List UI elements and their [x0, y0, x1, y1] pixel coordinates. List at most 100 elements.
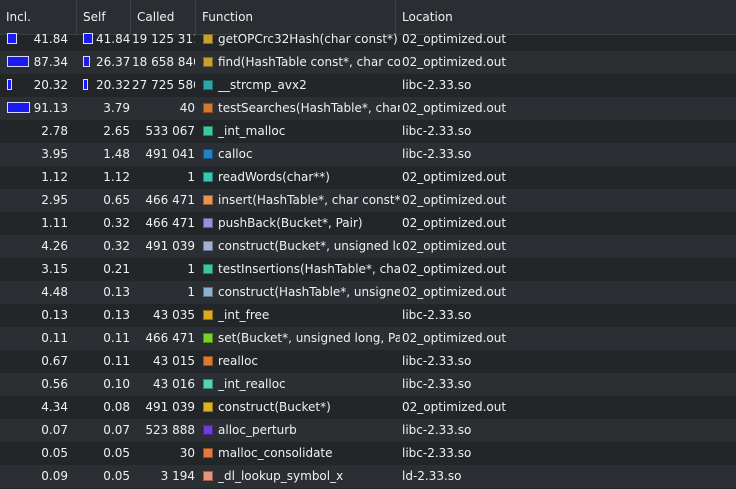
location-name: libc-2.33.so [402, 308, 472, 322]
function-name: malloc_consolidate [218, 446, 333, 460]
location-name: libc-2.33.so [402, 354, 472, 368]
function-name: pushBack(Bucket*, Pair) [218, 216, 363, 230]
location-name: libc-2.33.so [402, 446, 472, 460]
function-name: getOPCrc32Hash(char const*) [218, 32, 398, 46]
incl-value: 41.84 [33, 32, 68, 46]
function-name: _int_malloc [218, 124, 286, 138]
location-name: 02_optimized.out [402, 55, 507, 69]
function-name: calloc [218, 147, 253, 161]
incl-value: 0.11 [41, 331, 68, 345]
function-name: _int_free [218, 308, 270, 322]
incl-value: 4.26 [41, 239, 68, 253]
called-count: 3 194 [160, 469, 195, 483]
location-name: libc-2.33.so [402, 78, 472, 92]
self-value: 0.05 [103, 469, 130, 483]
table-row[interactable]: 1.11 0.32 466 471 pushBack(Bucket*, Pair) 02… [0, 212, 736, 235]
self-cost-bar [83, 56, 90, 67]
function-color-swatch-icon [203, 471, 213, 481]
incl-value: 20.32 [33, 78, 68, 92]
table-row[interactable]: 4.48 0.13 1 construct(HashTable*, unsigne..… [0, 281, 736, 304]
function-color-swatch-icon [203, 103, 213, 113]
function-name: construct(Bucket*) [218, 400, 331, 414]
table-row[interactable]: 4.26 0.32 491 039 construct(Bucket*, unsign… [0, 235, 736, 258]
called-count: 1 [187, 285, 195, 299]
table-row[interactable]: 0.07 0.07 523 888 alloc_perturb libc-2.33.so [0, 419, 736, 442]
function-name: set(Bucket*, unsigned long, Pair) [218, 331, 400, 345]
table-row[interactable]: 0.09 0.05 3 194 _dl_lookup_symbol_x ld-2.33.… [0, 465, 736, 488]
table-row[interactable]: 0.56 0.10 43 016 _int_realloc libc-2.33.so [0, 373, 736, 396]
function-name: testInsertions(HashTable*, char... [218, 262, 400, 276]
called-count: 523 888 [145, 423, 195, 437]
function-name: construct(HashTable*, unsigne... [218, 285, 400, 299]
incl-cost-bar [7, 102, 30, 113]
called-count: 19 125 311 [132, 32, 195, 46]
function-color-swatch-icon [203, 310, 213, 320]
location-name: 02_optimized.out [402, 262, 507, 276]
incl-value: 3.95 [41, 147, 68, 161]
table-row[interactable]: 87.34 26.37 18 658 840 find(HashTable const… [0, 51, 736, 74]
function-color-swatch-icon [203, 34, 213, 44]
called-count: 43 016 [153, 377, 195, 391]
function-color-swatch-icon [203, 126, 213, 136]
table-row[interactable]: 2.95 0.65 466 471 insert(HashTable*, char c… [0, 189, 736, 212]
self-value: 0.07 [103, 423, 130, 437]
function-color-swatch-icon [203, 402, 213, 412]
function-color-swatch-icon [203, 241, 213, 251]
function-color-swatch-icon [203, 264, 213, 274]
location-name: 02_optimized.out [402, 101, 507, 115]
called-count: 466 471 [145, 193, 195, 207]
table-row[interactable]: 20.32 20.32 27 725 580 __strcmp_avx2 libc-2.… [0, 74, 736, 97]
table-row[interactable]: 41.84 41.84 19 125 311 getOPCrc32Hash(char … [0, 28, 736, 51]
called-count: 491 041 [145, 147, 195, 161]
self-value: 0.13 [103, 308, 130, 322]
called-count: 1 [187, 170, 195, 184]
table-row[interactable]: 2.78 2.65 533 067 _int_malloc libc-2.33.so [0, 120, 736, 143]
function-color-swatch-icon [203, 333, 213, 343]
table-row[interactable]: 3.95 1.48 491 041 calloc libc-2.33.so [0, 143, 736, 166]
self-value: 0.11 [103, 331, 130, 345]
self-cost-bar [83, 79, 88, 90]
function-name: find(HashTable const*, char con... [218, 55, 400, 69]
table-row[interactable]: 3.15 0.21 1 testInsertions(HashTable*, char… [0, 258, 736, 281]
incl-value: 0.09 [41, 469, 68, 483]
incl-value: 0.05 [41, 446, 68, 460]
table-row[interactable]: 4.34 0.08 491 039 construct(Bucket*) 02_opti… [0, 396, 736, 419]
incl-value: 1.12 [41, 170, 68, 184]
location-name: 02_optimized.out [402, 331, 507, 345]
incl-value: 87.34 [33, 55, 68, 69]
self-value: 0.10 [103, 377, 130, 391]
incl-value: 91.13 [33, 101, 68, 115]
called-count: 533 067 [145, 124, 195, 138]
table-row[interactable]: 1.12 1.12 1 readWords(char**) 02_optimized.o… [0, 166, 736, 189]
table-row[interactable]: 0.05 0.05 30 malloc_consolidate libc-2.33.so [0, 442, 736, 465]
function-color-swatch-icon [203, 57, 213, 67]
table-row[interactable]: 0.11 0.11 466 471 set(Bucket*, unsigned lon… [0, 327, 736, 350]
location-name: 02_optimized.out [402, 239, 507, 253]
table-row[interactable]: 91.13 3.79 40 testSearches(HashTable*, char… [0, 97, 736, 120]
function-name: readWords(char**) [218, 170, 330, 184]
self-value: 0.05 [103, 446, 130, 460]
called-count: 466 471 [145, 331, 195, 345]
incl-value: 0.07 [41, 423, 68, 437]
function-name: construct(Bucket*, unsigned long) [218, 239, 400, 253]
called-count: 1 [187, 262, 195, 276]
function-name: __strcmp_avx2 [218, 78, 307, 92]
self-cost-bar [83, 33, 93, 44]
location-name: libc-2.33.so [402, 124, 472, 138]
incl-value: 2.95 [41, 193, 68, 207]
table-row[interactable]: 0.13 0.13 43 035 _int_free libc-2.33.so [0, 304, 736, 327]
function-name: testSearches(HashTable*, char ... [218, 101, 400, 115]
self-value: 0.08 [103, 400, 130, 414]
table-row[interactable]: 0.67 0.11 43 015 realloc libc-2.33.so [0, 350, 736, 373]
self-value: 41.84 [96, 32, 130, 46]
incl-value: 4.48 [41, 285, 68, 299]
incl-cost-bar [7, 56, 29, 67]
called-count: 30 [179, 446, 195, 460]
self-value: 0.11 [103, 354, 130, 368]
function-color-swatch-icon [203, 149, 213, 159]
location-name: 02_optimized.out [402, 216, 507, 230]
function-color-swatch-icon [203, 356, 213, 366]
called-count: 491 039 [145, 400, 195, 414]
incl-value: 1.11 [41, 216, 68, 230]
called-count: 18 658 840 [132, 55, 195, 69]
